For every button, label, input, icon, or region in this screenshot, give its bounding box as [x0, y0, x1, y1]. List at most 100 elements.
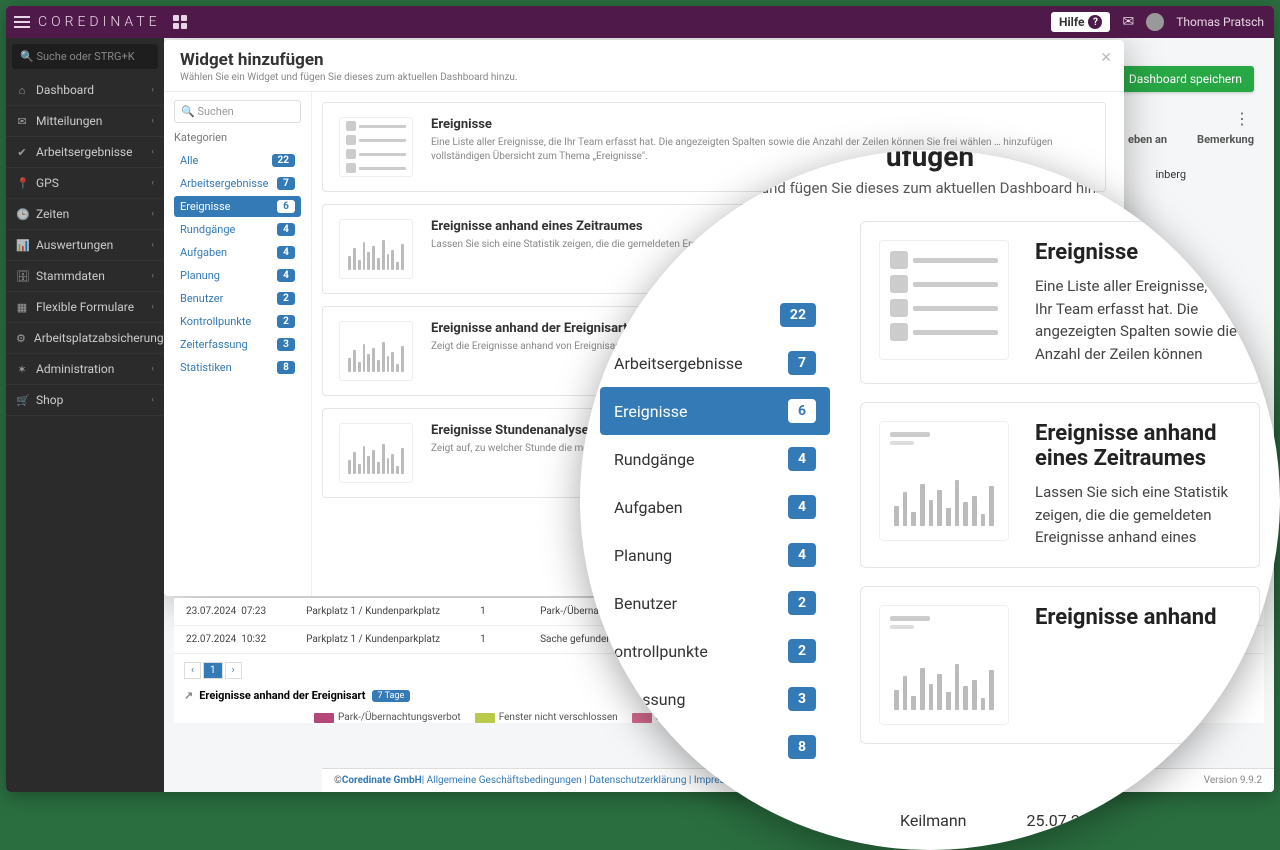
brand-logo: COREDINATE [38, 14, 161, 30]
nav-label: Zeiten [36, 207, 69, 221]
nav-icon: 📍 [16, 177, 28, 190]
nav-label: Stammdaten [36, 269, 105, 283]
widget-search-input[interactable]: 🔍 Suchen [174, 100, 301, 123]
zoom-category-item[interactable]: Aufgaben4 [600, 483, 830, 531]
category-heading: Kategorien [174, 131, 301, 144]
sidebar-item[interactable]: ⚙Arbeitsplatzabsicherung‹ [6, 323, 164, 354]
count-badge: 3 [277, 338, 295, 351]
sidebar-item[interactable]: ⌂Dashboard‹ [6, 75, 164, 106]
chevron-icon: ‹ [151, 302, 154, 312]
widget-title: Ereignisse anhand [1035, 605, 1217, 630]
nav-icon: ▦ [16, 301, 28, 314]
nav-label: Administration [36, 362, 114, 376]
zoom-footer-name: Keilmann [900, 811, 967, 830]
widget-thumb [339, 219, 413, 279]
nav-label: Dashboard [36, 83, 94, 97]
zoom-widget-card[interactable]: Ereignisse anhand eines ZeitraumesLassen… [860, 402, 1260, 568]
zoom-lens: ufügen et und fügen Sie dieses zum aktue… [580, 150, 1280, 850]
chevron-icon: ‹ [151, 395, 154, 405]
count-badge: 8 [277, 361, 295, 374]
nav-icon: ⚙ [16, 332, 26, 345]
widget-thumb [339, 423, 413, 483]
count-badge: 22 [272, 154, 295, 167]
zoom-category-item[interactable]: Benutzer2 [600, 579, 830, 627]
dashboard-save-button[interactable]: Dashboard speichern [1117, 66, 1254, 92]
menu-toggle[interactable] [6, 16, 34, 28]
sidebar-item[interactable]: 🗄Stammdaten‹ [6, 261, 164, 292]
chevron-icon: ‹ [151, 116, 154, 126]
widget-thumb [339, 117, 413, 177]
category-item[interactable]: Kontrollpunkte2 [174, 311, 301, 332]
sidebar-item[interactable]: ▦ Flexible Formulare ‹ [6, 292, 164, 323]
zoom-category-item[interactable]: Arbeitsergebnisse7 [600, 339, 830, 387]
nav-label: GPS [36, 176, 59, 190]
mail-icon[interactable]: ✉ [1122, 14, 1134, 30]
category-item[interactable]: Arbeitsergebnisse7 [174, 173, 301, 194]
zoom-category-item[interactable]: ontrollpunkte2 [600, 627, 830, 675]
category-item[interactable]: Benutzer2 [174, 288, 301, 309]
count-badge: 4 [277, 246, 295, 259]
company-link[interactable]: Coredinate GmbH [342, 775, 422, 786]
help-button[interactable]: Hilfe ? [1051, 12, 1110, 32]
zoom-category-item[interactable]: Ereignisse6 [600, 387, 830, 435]
chevron-icon: ‹ [151, 178, 154, 188]
count-badge: 4 [277, 223, 295, 236]
zoom-category-item[interactable]: ken8 [600, 723, 830, 771]
zoom-category-item[interactable]: erfassung3 [600, 675, 830, 723]
chart-title: Ereignisse anhand der Ereignisart [199, 689, 365, 702]
username[interactable]: Thomas Pratsch [1176, 15, 1264, 29]
count-badge: 4 [788, 543, 816, 567]
category-item[interactable]: Aufgaben4 [174, 242, 301, 263]
sidebar-item[interactable]: ✶ Administration ‹ [6, 354, 164, 385]
zoom-widget-card[interactable]: Ereignisse anhand [860, 586, 1260, 744]
resize-icon[interactable]: ↗ [184, 689, 193, 702]
nav-icon: 🕒 [16, 208, 28, 221]
help-label: Hilfe [1059, 15, 1084, 29]
count-badge: 6 [788, 399, 816, 423]
more-menu-icon[interactable]: ⋮ [1232, 108, 1252, 128]
zoom-category-item[interactable]: lle22 [600, 291, 830, 339]
sidebar-item[interactable]: 📍 GPS ‹ [6, 168, 164, 199]
sidebar-item[interactable]: ✉Mitteilungen‹ [6, 106, 164, 137]
category-item[interactable]: Ereignisse6 [174, 196, 301, 217]
count-badge: 8 [788, 735, 816, 759]
copyright: © [334, 775, 342, 786]
zoom-footer-date: 25.07.20 [1027, 811, 1089, 830]
count-badge: 2 [277, 315, 295, 328]
zoom-search-fragment: chen [600, 221, 830, 256]
category-item[interactable]: Rundgänge4 [174, 219, 301, 240]
sidebar-item[interactable]: 🛒Shop‹ [6, 385, 164, 416]
count-badge: 2 [788, 591, 816, 615]
chevron-icon: ‹ [151, 240, 154, 250]
nav-icon: 🗄 [16, 270, 28, 283]
table-header: eben an [1128, 133, 1167, 146]
sidebar-item[interactable]: ✔Arbeitsergebnisse‹ [6, 137, 164, 168]
nav-icon: ✶ [16, 363, 28, 376]
count-badge: 7 [788, 351, 816, 375]
modal-title: Widget hinzufügen [180, 50, 1108, 70]
zoom-cat-head: gorien [600, 256, 830, 291]
widget-thumb [879, 605, 1009, 725]
widget-thumb [879, 421, 1009, 541]
close-icon[interactable]: ✕ [1100, 50, 1112, 66]
legend-item: Park-/Übernachtungsverbot [314, 712, 461, 723]
sidebar-item[interactable]: 🕒Zeiten‹ [6, 199, 164, 230]
avatar[interactable] [1146, 13, 1164, 31]
category-item[interactable]: Statistiken8 [174, 357, 301, 378]
table-header: Bemerkung [1197, 133, 1254, 146]
search-input[interactable]: 🔍 Suche oder STRG+K [12, 44, 158, 69]
nav-label: Flexible Formulare [36, 300, 134, 314]
zoom-title: ufügen [580, 150, 1280, 179]
grid-icon[interactable] [173, 15, 187, 29]
zoom-widget-card[interactable]: EreignisseEine Liste aller Ereignisse, d… [860, 221, 1260, 384]
zoom-category-item[interactable]: Planung4 [600, 531, 830, 579]
category-item[interactable]: Planung4 [174, 265, 301, 286]
count-badge: 22 [780, 303, 816, 327]
zoom-category-item[interactable]: Rundgänge4 [600, 435, 830, 483]
category-item[interactable]: Zeiterfassung3 [174, 334, 301, 355]
category-item[interactable]: Alle22 [174, 150, 301, 171]
period-tag: 7 Tage [372, 690, 411, 702]
chevron-icon: ‹ [151, 364, 154, 374]
widget-desc: Lassen Sie sich eine Statistik zeigen, d… [1035, 481, 1241, 549]
sidebar-item[interactable]: 📊Auswertungen‹ [6, 230, 164, 261]
